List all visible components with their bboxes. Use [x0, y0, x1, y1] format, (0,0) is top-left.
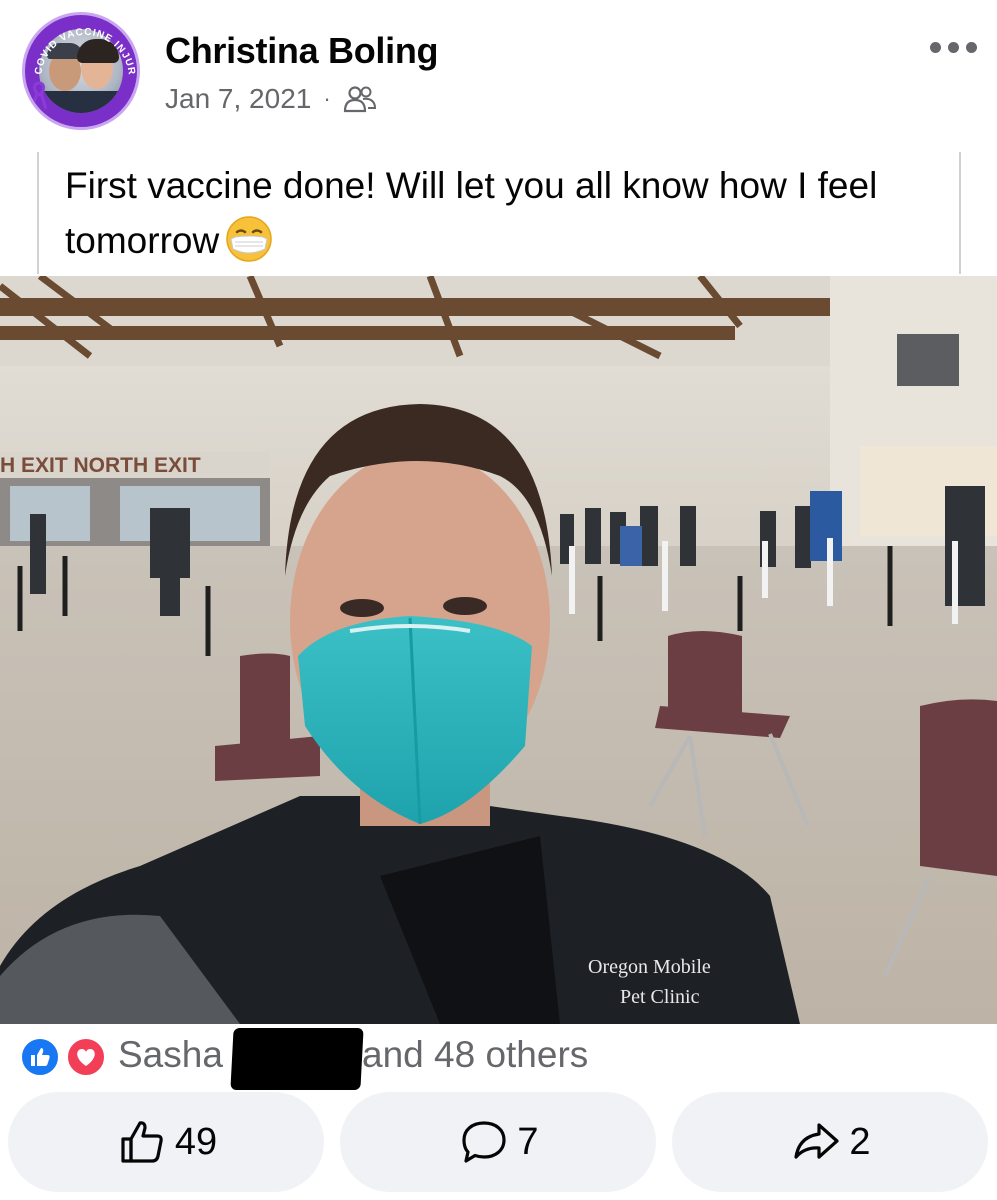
post-date[interactable]: Jan 7, 2021	[165, 83, 311, 115]
meta-separator: ·	[323, 86, 331, 111]
svg-text:COVID VACCINE INJURED: COVID VACCINE INJURED	[25, 15, 137, 76]
more-options-button[interactable]	[925, 32, 981, 62]
exit-signs: H EXIT NORTH EXIT	[0, 454, 201, 477]
post-photo[interactable]: H EXIT NORTH EXIT Oregon Mobile Pet Clin…	[0, 276, 997, 1024]
comment-count: 7	[517, 1120, 539, 1163]
photo-illustration: H EXIT NORTH EXIT Oregon Mobile Pet Clin…	[0, 276, 997, 1024]
avatar-ring-text: COVID VACCINE INJURED	[25, 15, 137, 76]
reaction-name[interactable]: Sasha	[118, 1034, 223, 1076]
like-button[interactable]: 49	[8, 1092, 324, 1192]
vest-logo-line2: Pet Clinic	[620, 986, 700, 1008]
friends-icon[interactable]	[343, 84, 377, 114]
reaction-others[interactable]: and 48 others	[362, 1034, 588, 1076]
comment-button[interactable]: 7	[340, 1092, 656, 1192]
post-text-content: First vaccine done! Will let you all kno…	[65, 165, 878, 261]
avatar[interactable]: COVID VACCINE INJURED	[22, 12, 140, 130]
more-dot	[965, 41, 977, 53]
author-name[interactable]: Christina Boling	[165, 30, 439, 72]
medical-mask-emoji-icon	[226, 216, 272, 262]
post-text: First vaccine done! Will let you all kno…	[65, 158, 933, 268]
redaction-block	[230, 1028, 364, 1090]
post-meta: Jan 7, 2021 ·	[165, 83, 377, 115]
love-icon	[66, 1037, 106, 1077]
vest-logo-line1: Oregon Mobile	[588, 956, 711, 978]
like-icon	[20, 1037, 60, 1077]
like-count: 49	[174, 1120, 218, 1163]
share-count: 2	[849, 1120, 871, 1163]
thumbs-up-icon	[121, 1121, 163, 1163]
more-dot	[929, 41, 941, 53]
post-header: COVID VACCINE INJURED Christina Boling J…	[0, 0, 997, 140]
share-button[interactable]: 2	[672, 1092, 988, 1192]
share-icon	[794, 1123, 840, 1159]
more-dot	[947, 41, 959, 53]
comment-icon	[462, 1121, 507, 1163]
post-text-block: First vaccine done! Will let you all kno…	[37, 152, 961, 274]
